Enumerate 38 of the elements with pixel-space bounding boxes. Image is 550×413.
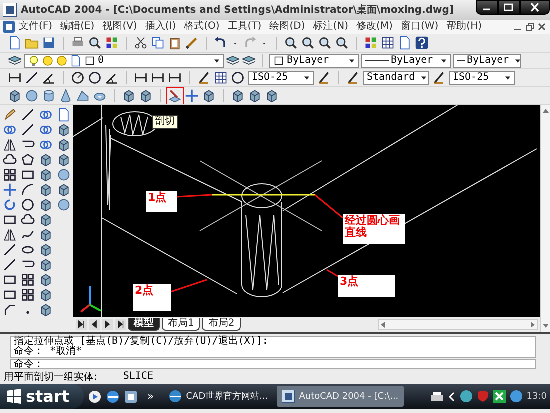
lineweight-dropdown[interactable]: ByLayer	[453, 54, 521, 68]
color-dropdown[interactable]: ByLayer	[269, 54, 359, 68]
menu-item[interactable]: 文件(F)	[15, 20, 57, 34]
menu-item[interactable]: 帮助(H)	[442, 20, 486, 34]
menu-item[interactable]: 编辑(E)	[56, 20, 99, 34]
callout-label: 3点	[338, 275, 395, 297]
history-line: 指定拉伸点或 [基点(B)/复制(C)/放弃(U)/退出(X)]:	[14, 337, 270, 347]
dimension-style-dropdown[interactable]: ISO-25	[248, 70, 314, 84]
menu-item[interactable]: 窗口(W)	[396, 20, 443, 34]
window-title: AutoCAD 2004 - [C:\Documents and Settings\Administrator\桌面\moxing.dwg]	[21, 4, 454, 17]
linetype-dropdown[interactable]: ByLayer	[361, 54, 451, 68]
tooltip: 剖切	[152, 115, 178, 129]
menu-item[interactable]: 插入(I)	[141, 20, 180, 34]
history-line: 命令： *取消*	[14, 347, 84, 357]
taskbar-button[interactable]: AutoCAD 2004 - [C:\...	[277, 386, 404, 407]
menu-item[interactable]: 绘图(D)	[266, 20, 310, 34]
layer-dropdown[interactable]: 0	[24, 54, 224, 68]
layout-tab[interactable]: 布局2	[202, 318, 241, 331]
clock: 13:0	[526, 392, 547, 402]
callout-label: 经过圆心画直线	[343, 214, 405, 244]
callout-label: 2点	[133, 284, 171, 311]
menu-item[interactable]: 修改(M)	[352, 20, 397, 34]
layer-name: 0	[98, 55, 104, 66]
status-command: SLICE	[123, 371, 154, 382]
menu-item[interactable]: 工具(T)	[224, 20, 266, 34]
callout-label: 1点	[146, 191, 177, 212]
layout-tab[interactable]: 模型	[128, 318, 160, 331]
command-line-field[interactable]: 命令：	[10, 359, 536, 369]
more-button[interactable]: »	[148, 390, 154, 403]
menu-item[interactable]: 视图(V)	[98, 20, 142, 34]
text-style-dropdown[interactable]: Standard	[363, 70, 429, 84]
taskbar-button[interactable]: CAD世界官方网站...	[164, 386, 274, 407]
start-button[interactable]: start	[0, 384, 84, 409]
layout-tab[interactable]: 布局1	[162, 318, 200, 331]
status-prompt: 用平面剖切一组实体:	[4, 370, 98, 384]
menu-item[interactable]: 格式(O)	[180, 20, 224, 34]
menu-item[interactable]: 标注(N)	[309, 20, 353, 34]
style-dropdown[interactable]: ISO-25	[449, 70, 515, 84]
